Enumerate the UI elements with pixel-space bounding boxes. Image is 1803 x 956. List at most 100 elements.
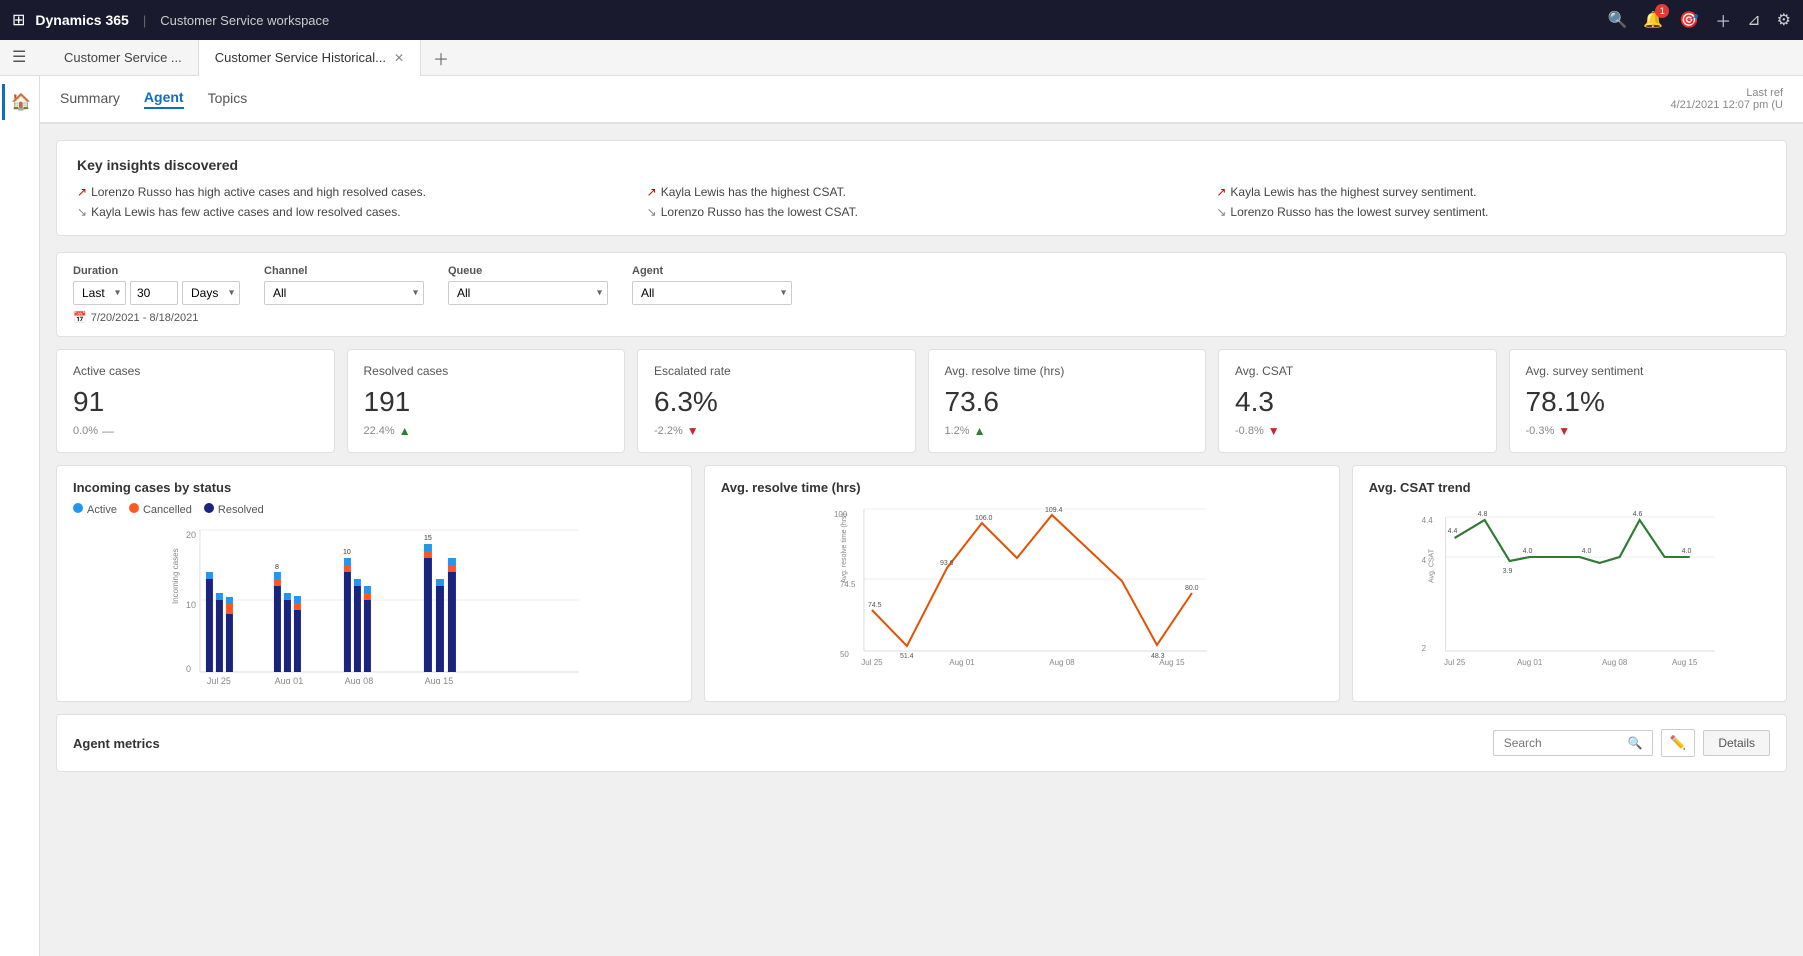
insight-item-3: ↘ Lorenzo Russo has the lowest CSAT. xyxy=(647,205,1197,219)
svg-text:Aug 01: Aug 01 xyxy=(949,658,975,667)
metric-avg-survey-sentiment: Avg. survey sentiment 78.1% -0.3% ▼ xyxy=(1509,349,1788,453)
svg-text:Incoming cases: Incoming cases xyxy=(171,548,180,604)
change-text: -2.2% xyxy=(654,425,683,437)
metric-avg-csat-value: 4.3 xyxy=(1235,386,1480,418)
trend-icon: ▲ xyxy=(974,424,986,438)
svg-text:4.0: 4.0 xyxy=(1681,548,1691,555)
metric-avg-survey-sentiment-value: 78.1% xyxy=(1526,386,1771,418)
grid-menu-icon[interactable]: ⊞ xyxy=(12,10,25,30)
sidebar-item-home[interactable]: 🏠 xyxy=(2,84,38,120)
tab-topics[interactable]: Topics xyxy=(208,90,248,108)
metric-active-cases-value: 91 xyxy=(73,386,318,418)
svg-text:0: 0 xyxy=(186,664,191,674)
edit-icon-button[interactable]: ✏️ xyxy=(1661,729,1696,757)
trend-icon: — xyxy=(102,424,114,438)
svg-text:74.5: 74.5 xyxy=(868,602,882,609)
metric-avg-survey-sentiment-change: -0.3% ▼ xyxy=(1526,424,1771,438)
metric-avg-survey-sentiment-title: Avg. survey sentiment xyxy=(1526,364,1771,378)
search-icon[interactable]: 🔍 xyxy=(1607,10,1627,30)
chart-incoming-cases-legend: Active Cancelled Resolved xyxy=(73,503,675,516)
insights-box: Key insights discovered ↗ Lorenzo Russo … xyxy=(56,140,1787,236)
chart-avg-csat-trend: Avg. CSAT trend 4.4 4 2 xyxy=(1352,465,1787,702)
notifications-icon[interactable]: 🔔 1 xyxy=(1643,10,1663,30)
tab-agent[interactable]: Agent xyxy=(144,89,184,109)
metric-resolved-cases-change: 22.4% ▲ xyxy=(364,424,609,438)
tab-label: Customer Service ... xyxy=(64,50,182,65)
last-refresh: Last ref 4/21/2021 12:07 pm (U xyxy=(1670,87,1783,111)
topbar-icons: 🔍 🔔 1 🎯 ＋ ⊿ ⚙ xyxy=(1607,8,1791,32)
insight-text-1: Kayla Lewis has few active cases and low… xyxy=(91,205,401,219)
trend-icon: ▼ xyxy=(1268,424,1280,438)
svg-text:Jul 25: Jul 25 xyxy=(861,658,883,667)
hamburger-icon[interactable]: ☰ xyxy=(12,47,26,67)
agent-metrics-controls: 🔍 ✏️ Details xyxy=(1493,729,1770,757)
svg-text:10: 10 xyxy=(343,549,351,556)
filter-channel-select[interactable]: All xyxy=(264,281,424,305)
filter-channel-label: Channel xyxy=(264,265,424,277)
filter-channel-wrap: All xyxy=(264,281,424,305)
change-text: 1.2% xyxy=(945,425,970,437)
filter-queue-select[interactable]: All xyxy=(448,281,608,305)
filter-number-input[interactable] xyxy=(130,281,178,305)
tab-close-icon[interactable]: ✕ xyxy=(394,51,404,65)
agent-metrics-header: Agent metrics 🔍 ✏️ Details xyxy=(73,729,1770,757)
add-tab-button[interactable]: ＋ xyxy=(421,46,461,70)
tab-summary[interactable]: Summary xyxy=(60,90,120,108)
filter-agent-wrap: All xyxy=(632,281,792,305)
svg-text:Aug 01: Aug 01 xyxy=(275,676,304,684)
svg-text:51.4: 51.4 xyxy=(900,653,914,660)
workspace-label: Customer Service workspace xyxy=(160,13,329,28)
insight-item-2: ↗ Kayla Lewis has the highest CSAT. xyxy=(647,185,1197,199)
insights-grid: ↗ Lorenzo Russo has high active cases an… xyxy=(77,185,1766,219)
trend-icon: ▼ xyxy=(687,424,699,438)
filter-icon[interactable]: ⊿ xyxy=(1747,10,1760,30)
settings-icon[interactable]: ⚙ xyxy=(1777,10,1791,30)
details-button[interactable]: Details xyxy=(1703,730,1770,756)
insight-arrow-1: ↘ xyxy=(77,205,87,219)
metric-avg-csat: Avg. CSAT 4.3 -0.8% ▼ xyxy=(1218,349,1497,453)
target-icon[interactable]: 🎯 xyxy=(1679,10,1699,30)
tabbar: ☰ Customer Service ... Customer Service … xyxy=(0,40,1803,76)
add-icon[interactable]: ＋ xyxy=(1715,8,1731,32)
search-box[interactable]: 🔍 xyxy=(1493,730,1653,756)
sidebar: 🏠 xyxy=(0,76,40,956)
chart-avg-csat-trend-svg: 4.4 4 2 xyxy=(1369,503,1770,681)
agent-metrics-section: Agent metrics 🔍 ✏️ Details xyxy=(56,714,1787,772)
metric-avg-resolve-time-title: Avg. resolve time (hrs) xyxy=(945,364,1190,378)
insight-text-0: Lorenzo Russo has high active cases and … xyxy=(91,185,426,199)
search-icon: 🔍 xyxy=(1628,736,1643,750)
app-name: Dynamics 365 xyxy=(35,12,128,28)
filter-queue-wrap: All xyxy=(448,281,608,305)
legend-active: Active xyxy=(73,503,117,516)
filters-section: Duration Last Days xyxy=(56,252,1787,337)
svg-text:50: 50 xyxy=(840,650,849,659)
svg-text:Aug 08: Aug 08 xyxy=(345,676,374,684)
chart-avg-resolve-time-title: Avg. resolve time (hrs) xyxy=(721,480,1323,495)
metric-resolved-cases-value: 191 xyxy=(364,386,609,418)
topbar: ⊞ Dynamics 365 | Customer Service worksp… xyxy=(0,0,1803,40)
filter-period-wrap: Last xyxy=(73,281,126,305)
chart-avg-csat-trend-title: Avg. CSAT trend xyxy=(1369,480,1770,495)
tab-historical[interactable]: Customer Service Historical... ✕ xyxy=(199,40,421,76)
filter-agent-label: Agent xyxy=(632,265,792,277)
metric-active-cases: Active cases 91 0.0% — xyxy=(56,349,335,453)
svg-text:20: 20 xyxy=(186,530,196,540)
svg-text:93.6: 93.6 xyxy=(940,560,954,567)
insight-item-4: ↗ Kayla Lewis has the highest survey sen… xyxy=(1216,185,1766,199)
svg-text:4.0: 4.0 xyxy=(1522,548,1532,555)
filter-unit-select[interactable]: Days xyxy=(182,281,240,305)
search-input[interactable] xyxy=(1504,736,1624,750)
tab-customer-service[interactable]: Customer Service ... xyxy=(48,40,199,76)
page-tabs: Summary Agent Topics Last ref 4/21/2021 … xyxy=(40,76,1803,124)
metric-avg-csat-change: -0.8% ▼ xyxy=(1235,424,1480,438)
filter-unit-wrap: Days xyxy=(182,281,240,305)
legend-resolved: Resolved xyxy=(204,503,264,516)
insight-item-1: ↘ Kayla Lewis has few active cases and l… xyxy=(77,205,627,219)
filter-period-select[interactable]: Last xyxy=(73,281,126,305)
filter-agent-select[interactable]: All xyxy=(632,281,792,305)
metric-avg-resolve-time-value: 73.6 xyxy=(945,386,1190,418)
last-refresh-value: 4/21/2021 12:07 pm (U xyxy=(1670,99,1783,111)
filter-queue-label: Queue xyxy=(448,265,608,277)
change-text: -0.8% xyxy=(1235,425,1264,437)
filter-duration-inputs: Last Days xyxy=(73,281,240,305)
